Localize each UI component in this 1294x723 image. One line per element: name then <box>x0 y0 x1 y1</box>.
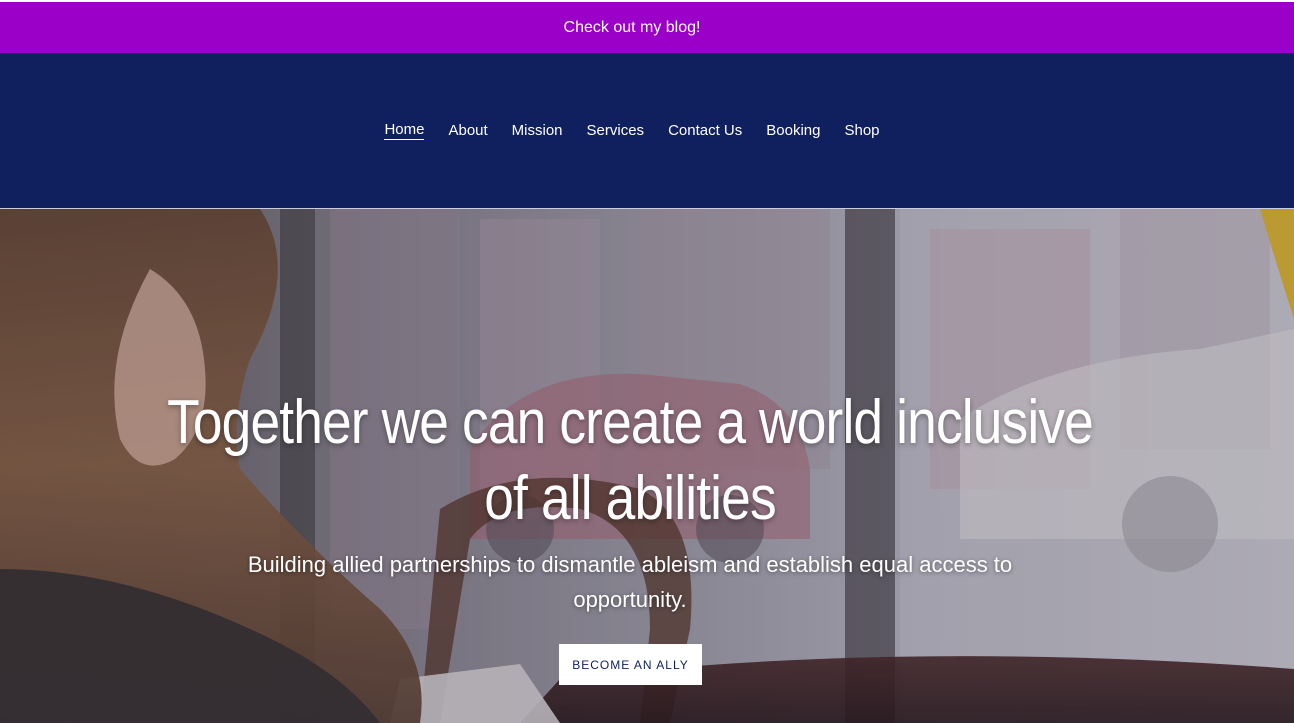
nav-item-about[interactable]: About <box>448 122 487 140</box>
become-an-ally-button[interactable]: BECOME AN ALLY <box>559 644 702 685</box>
nav-item-contact-us[interactable]: Contact Us <box>668 122 742 140</box>
hero-banner: Together we can create a world inclusive… <box>0 209 1294 723</box>
nav-item-shop[interactable]: Shop <box>844 122 879 140</box>
nav-item-mission[interactable]: Mission <box>512 122 563 140</box>
nav-item-booking[interactable]: Booking <box>766 122 820 140</box>
hero-content: Together we can create a world inclusive… <box>0 209 1294 723</box>
site-header: Home About Mission Services Contact Us B… <box>0 53 1294 209</box>
nav-item-home[interactable]: Home <box>384 121 425 140</box>
announcement-bar: Check out my blog! <box>0 0 1294 53</box>
hero-subtitle: Building allied partnerships to dismantl… <box>247 552 1013 612</box>
blog-link[interactable]: Check out my blog! <box>564 19 701 37</box>
nav-item-services[interactable]: Services <box>587 122 645 140</box>
main-navigation: Home About Mission Services Contact Us B… <box>0 53 1294 208</box>
hero-title: Together we can create a world inclusive… <box>167 388 1094 533</box>
